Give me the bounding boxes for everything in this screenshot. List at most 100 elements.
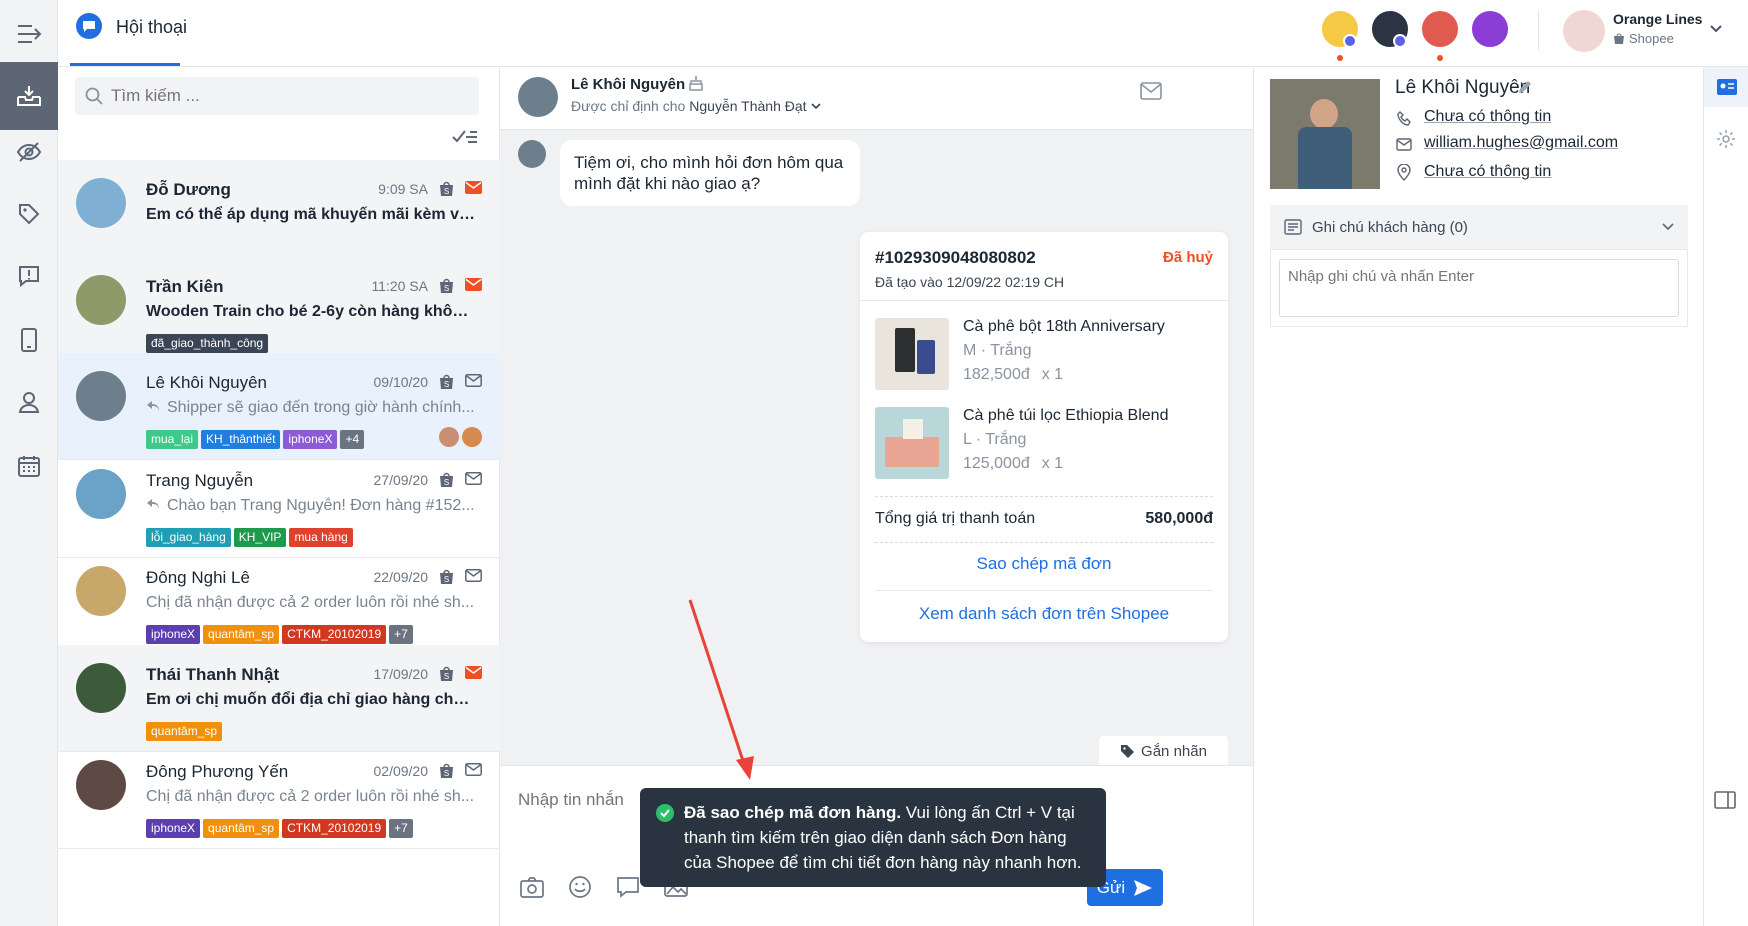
product-price-row: 125,000đ x 1 [963, 455, 1063, 473]
label-tag[interactable]: mua_lại [146, 430, 199, 449]
label-tag[interactable]: CTKM_20102019 [282, 625, 387, 644]
label-tag[interactable]: đã_giao_thành_công [146, 334, 269, 353]
label-tag[interactable]: KH_VIP [233, 528, 287, 547]
quick-reply-button[interactable] [616, 876, 640, 903]
label-tag[interactable]: quantâm_sp [203, 819, 280, 838]
conversation-item[interactable]: Lê Khôi Nguyên 09/10/20 S Shipper sẽ giao đ… [58, 353, 500, 460]
product-qty: x 1 [1041, 455, 1064, 472]
label-tag[interactable]: +7 [389, 819, 413, 838]
view-orders-on-shopee-link[interactable]: Xem danh sách đơn trên Shopee [860, 604, 1228, 624]
svg-text:S: S [444, 478, 449, 487]
phone-link[interactable]: Chưa có thông tin [1424, 108, 1551, 125]
mail-icon [465, 472, 482, 490]
label-tag[interactable]: mua hàng [289, 528, 353, 547]
conversation-item[interactable]: Thái Thanh Nhật 17/09/20 S Em ơi chị muốn đ… [58, 645, 500, 752]
avatar [76, 178, 126, 228]
user-icon [18, 392, 40, 413]
nav-customers[interactable] [0, 368, 58, 436]
email-link[interactable]: william.hughes@gmail.com [1424, 134, 1618, 151]
conversation-time: 02/09/20 [373, 763, 429, 779]
label-tag[interactable]: CTKM_20102019 [282, 819, 387, 838]
conversation-item[interactable]: Đông Phương Yến 02/09/20 S Chị đã nhận được… [58, 742, 500, 849]
settings-button[interactable] [1716, 129, 1736, 154]
conversation-time: 9:09 SA [378, 181, 428, 197]
label-tag[interactable]: +7 [389, 625, 413, 644]
search-box[interactable] [75, 77, 479, 115]
conversation-preview: Chị đã nhận được cả 2 order luôn rồi nhé… [146, 594, 476, 612]
email-button[interactable] [1140, 82, 1162, 105]
tab-conversations[interactable]: Hội thoại [116, 17, 187, 38]
mark-all-read-button[interactable] [452, 127, 478, 152]
customer-notes-header[interactable]: Ghi chú khách hàng (0) [1270, 205, 1688, 249]
copy-order-id-button[interactable]: Sao chép mã đơn [860, 554, 1228, 574]
account-dropdown-chevron-icon[interactable] [1710, 20, 1722, 38]
conversation-list-panel: Đỗ Dương 9:09 SA S Em có thể áp dụng mã khu… [58, 67, 500, 926]
edit-name-button[interactable] [1518, 80, 1532, 99]
add-tag-button[interactable]: Gắn nhãn [1099, 736, 1228, 766]
label-tag[interactable]: +4 [340, 430, 365, 449]
note-icon [1284, 219, 1302, 235]
tag-icon [1121, 744, 1135, 758]
phone-icon [1397, 111, 1411, 126]
divider [1538, 10, 1539, 50]
attach-photo-button[interactable] [520, 876, 544, 903]
conversation-item[interactable]: Trần Kiên 11:20 SA S Wooden Train cho bé 2-… [58, 257, 500, 364]
product-name: Cà phê bột 18th Anniversary [963, 318, 1165, 335]
conversation-tags: mua_lại KH_thânthiết iphoneX +4 [146, 430, 365, 449]
conversation-preview: Wooden Train cho bé 2-6y còn hàng không.… [146, 303, 476, 321]
contact-card-tab[interactable] [1704, 67, 1748, 107]
emoji-button[interactable] [568, 875, 592, 904]
product-price-row: 182,500đ x 1 [963, 366, 1063, 384]
address-link[interactable]: Chưa có thông tin [1424, 163, 1551, 180]
assigned-prefix: Được chỉ định cho [571, 98, 686, 114]
avatar [76, 371, 126, 421]
avatar [76, 469, 126, 519]
nav-tags[interactable] [0, 180, 58, 248]
nav-reports[interactable] [0, 242, 58, 310]
channel-avatar-4[interactable] [1470, 9, 1510, 49]
channel-avatar-3[interactable] [1420, 9, 1460, 49]
mail-icon [465, 763, 482, 781]
shopee-bag-icon [1614, 33, 1624, 44]
customer-profile-panel: Lê Khôi Nguyên Chưa có thông tin william… [1253, 67, 1703, 926]
account-avatar[interactable] [1563, 10, 1605, 52]
shopee-bag-icon: S [439, 277, 454, 299]
account-name[interactable]: Orange Lines [1613, 11, 1702, 27]
label-tag[interactable]: quantâm_sp [203, 625, 280, 644]
conversation-time: 22/09/20 [373, 569, 429, 585]
label-tag[interactable]: iphoneX [283, 430, 338, 449]
assignment-selector[interactable]: Được chỉ định cho Nguyễn Thành Đạt [571, 98, 821, 114]
customer-note-input[interactable] [1279, 259, 1679, 317]
conversation-item[interactable]: Đông Nghi Lê 22/09/20 S Chị đã nhận được cả… [58, 548, 500, 655]
conversation-item[interactable]: Trang Nguyễn 27/09/20 S Chào bạn Trang Nguy… [58, 451, 500, 558]
label-tag[interactable]: quantâm_sp [146, 722, 223, 741]
birthday-cake-icon [689, 75, 703, 96]
unread-mail-icon [465, 278, 482, 296]
label-tag[interactable]: iphoneX [146, 819, 201, 838]
collapse-menu-button[interactable] [0, 0, 58, 68]
nav-calendar[interactable] [0, 432, 58, 500]
customer-name: Lê Khôi Nguyên [1395, 77, 1531, 98]
label-tag[interactable]: KH_thânthiết [201, 430, 281, 449]
label-tag[interactable]: iphoneX [146, 625, 201, 644]
inbox-icon [17, 86, 41, 106]
nav-hidden[interactable] [0, 118, 58, 186]
shopee-bag-icon: S [439, 373, 454, 395]
customer-email[interactable]: william.hughes@gmail.com [1424, 134, 1618, 152]
toast-title: Đã sao chép mã đơn hàng. [684, 803, 902, 822]
gear-icon [1717, 130, 1735, 148]
customer-phone[interactable]: Chưa có thông tin [1424, 108, 1551, 126]
top-bar: Hội thoại Orange Lines Shopee [58, 0, 1748, 67]
product-variant: M · Trắng [963, 342, 1032, 359]
customer-address[interactable]: Chưa có thông tin [1424, 163, 1551, 181]
search-input[interactable] [111, 77, 471, 115]
avatar [76, 760, 126, 810]
label-tag[interactable]: lỗi_giao_hàng [146, 528, 231, 547]
nav-devices[interactable] [0, 306, 58, 374]
order-id: #1029309048080802 [875, 248, 1036, 267]
conversation-preview: Shipper sẽ giao đến trong giờ hành chính… [146, 399, 476, 417]
contact-avatar[interactable] [518, 77, 558, 117]
toggle-panel-button[interactable] [1714, 791, 1736, 814]
conversation-item[interactable]: Đỗ Dương 9:09 SA S Em có thể áp dụng mã khu… [58, 160, 500, 267]
customer-photo [1270, 79, 1380, 189]
